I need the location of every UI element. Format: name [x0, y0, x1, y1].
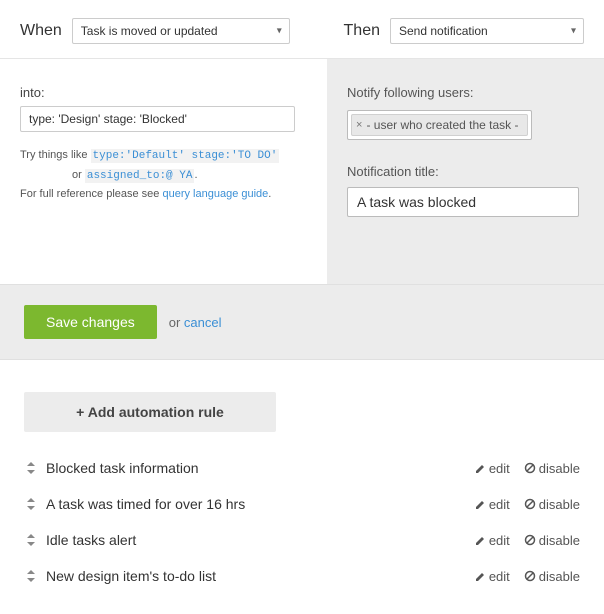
hint-code-1: type:'Default' stage:'TO DO' [91, 149, 280, 163]
add-rule-button[interactable]: + Add automation rule [24, 392, 276, 432]
tag-text: - user who created the task - [366, 118, 518, 132]
or-text: or [169, 315, 181, 330]
rule-row: Blocked task information edit disable [24, 450, 580, 486]
notify-users-field[interactable]: × - user who created the task - [347, 110, 532, 140]
hint-prefix: Try things like [20, 149, 87, 161]
hint-or: or [72, 169, 82, 181]
then-select[interactable]: Send notification [390, 18, 584, 44]
rule-name: A task was timed for over 16 hrs [46, 496, 475, 512]
rule-name: Idle tasks alert [46, 532, 475, 548]
hint-code-2: assigned_to:@ YA [85, 169, 195, 183]
trigger-action-bar: When Task is moved or updated ▾ Then Sen… [0, 0, 604, 59]
then-label: Then [344, 22, 380, 40]
drag-handle-icon[interactable] [24, 498, 38, 510]
condition-panel: into: Try things like type:'Default' sta… [0, 59, 327, 284]
rule-name: Blocked task information [46, 460, 475, 476]
notify-label: Notify following users: [347, 85, 584, 100]
rule-row: Idle tasks alert edit disable [24, 522, 580, 558]
when-label: When [20, 22, 62, 40]
edit-button[interactable]: edit [475, 569, 510, 584]
cancel-link[interactable]: cancel [184, 315, 222, 330]
disable-button[interactable]: disable [524, 497, 580, 512]
edit-button[interactable]: edit [475, 497, 510, 512]
into-input[interactable] [20, 106, 295, 132]
rule-row: New design item's to-do list edit disabl… [24, 558, 580, 594]
disable-button[interactable]: disable [524, 569, 580, 584]
disable-button[interactable]: disable [524, 461, 580, 476]
drag-handle-icon[interactable] [24, 462, 38, 474]
remove-tag-icon[interactable]: × [356, 119, 362, 131]
rule-name: New design item's to-do list [46, 568, 475, 584]
hint-ref: For full reference please see [20, 188, 159, 200]
drag-handle-icon[interactable] [24, 534, 38, 546]
edit-button[interactable]: edit [475, 461, 510, 476]
rules-list: + Add automation rule Blocked task infor… [0, 360, 604, 614]
drag-handle-icon[interactable] [24, 570, 38, 582]
query-hint: Try things like type:'Default' stage:'TO… [20, 146, 307, 204]
disable-button[interactable]: disable [524, 533, 580, 548]
save-button[interactable]: Save changes [24, 305, 157, 339]
edit-button[interactable]: edit [475, 533, 510, 548]
when-select[interactable]: Task is moved or updated [72, 18, 290, 44]
query-guide-link[interactable]: query language guide [162, 188, 268, 200]
action-panel: Notify following users: × - user who cre… [327, 59, 604, 284]
notification-title-input[interactable] [347, 187, 579, 217]
user-tag: × - user who created the task - [351, 114, 528, 136]
rule-row: A task was timed for over 16 hrs edit di… [24, 486, 580, 522]
into-label: into: [20, 85, 307, 100]
save-bar: Save changes or cancel [0, 284, 604, 360]
notification-title-label: Notification title: [347, 164, 584, 179]
